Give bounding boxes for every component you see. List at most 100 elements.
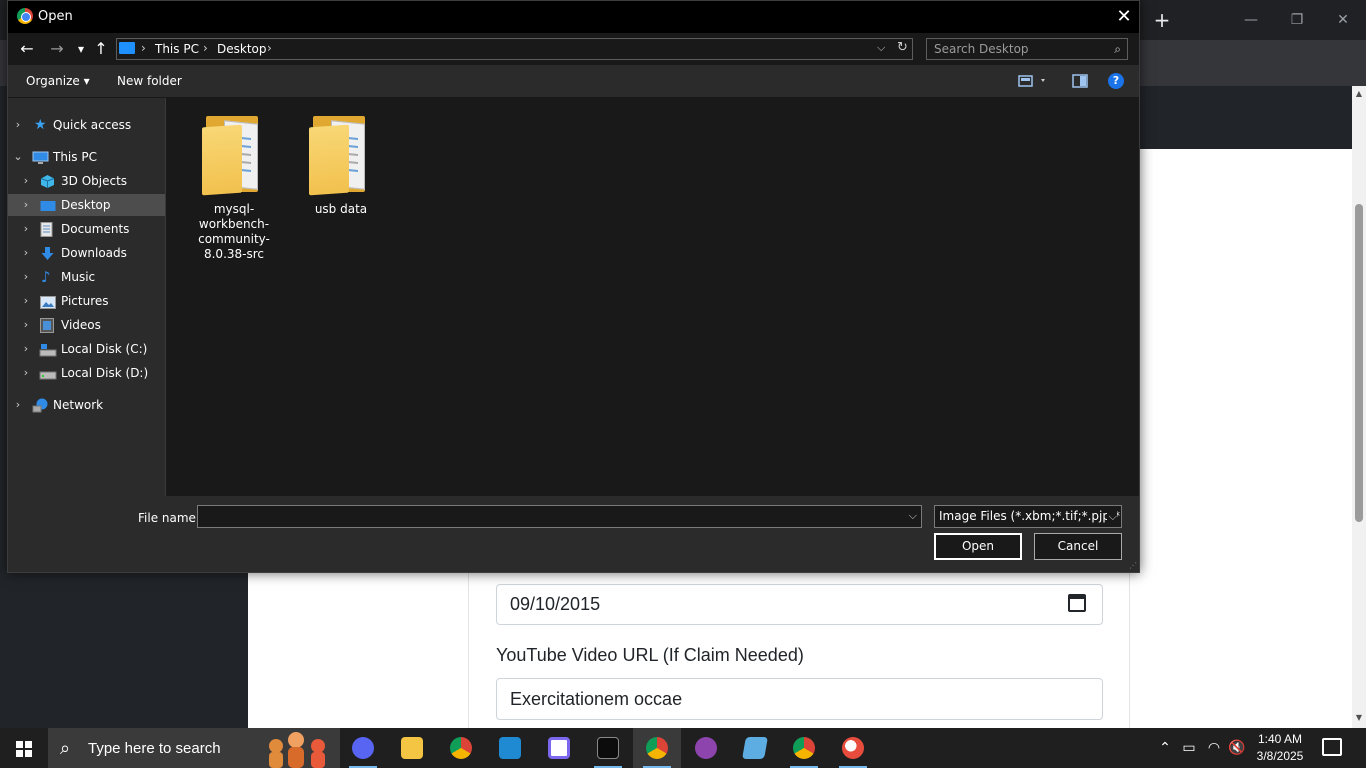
chevron-right-icon[interactable]: › bbox=[20, 314, 32, 336]
chevron-right-icon[interactable]: › bbox=[20, 266, 32, 288]
chevron-right-icon[interactable]: › bbox=[20, 290, 32, 312]
preview-pane-icon[interactable] bbox=[1072, 73, 1088, 89]
tree-item-pictures[interactable]: › Pictures bbox=[8, 290, 165, 312]
tree-item-quick-access[interactable]: › ★ Quick access bbox=[8, 114, 165, 136]
taskbar-search-placeholder: Type here to search bbox=[88, 740, 221, 757]
tree-item-music[interactable]: › ♪ Music bbox=[8, 266, 165, 288]
minimize-button[interactable]: — bbox=[1236, 8, 1266, 32]
youtube-url-label: YouTube Video URL (If Claim Needed) bbox=[496, 645, 804, 665]
up-button[interactable]: ↑ bbox=[91, 39, 111, 59]
taskbar-app-clickup[interactable] bbox=[535, 728, 583, 768]
breadcrumb-separator[interactable]: › bbox=[203, 41, 208, 55]
tree-item-this-pc[interactable]: ⌄ This PC bbox=[8, 146, 165, 168]
cube-icon bbox=[40, 174, 55, 188]
youtube-url-input[interactable]: Exercitationem occae bbox=[496, 678, 1103, 720]
chevron-right-icon[interactable]: › bbox=[20, 170, 32, 192]
dialog-title-bar[interactable]: Open ✕ bbox=[8, 1, 1139, 33]
taskbar-app-paint[interactable] bbox=[829, 728, 877, 768]
taskbar-app-discord[interactable] bbox=[339, 728, 387, 768]
breadcrumb-separator[interactable]: › bbox=[267, 41, 272, 55]
browser-close-button[interactable]: ✕ bbox=[1328, 8, 1358, 32]
search-input[interactable]: Search Desktop ⌕ bbox=[926, 38, 1128, 60]
folder-name: usb data bbox=[314, 202, 368, 216]
wifi-icon[interactable]: ◠ bbox=[1205, 738, 1223, 758]
chevron-right-icon[interactable]: › bbox=[12, 394, 24, 416]
tree-item-local-disk-d[interactable]: › Local Disk (D:) bbox=[8, 362, 165, 384]
search-placeholder: Search Desktop bbox=[934, 42, 1029, 56]
windows-logo-icon bbox=[16, 741, 32, 757]
start-button[interactable] bbox=[0, 728, 48, 768]
forward-button[interactable]: → bbox=[47, 39, 67, 59]
chevron-right-icon[interactable]: › bbox=[20, 338, 32, 360]
folder-item[interactable]: mysql-workbench-community-8.0.38-src bbox=[185, 112, 283, 262]
calendar-icon[interactable] bbox=[1068, 594, 1086, 612]
restore-button[interactable]: ❐ bbox=[1282, 8, 1312, 32]
tree-item-desktop[interactable]: › Desktop bbox=[8, 194, 165, 216]
chevron-right-icon[interactable]: › bbox=[20, 194, 32, 216]
music-icon: ♪ bbox=[41, 268, 51, 286]
chevron-right-icon[interactable]: › bbox=[20, 362, 32, 384]
breadcrumb-this-pc[interactable]: This PC bbox=[155, 42, 199, 56]
file-name-input[interactable]: ⌵ bbox=[197, 505, 922, 528]
paint-icon bbox=[842, 737, 864, 759]
tree-item-documents[interactable]: › Documents bbox=[8, 218, 165, 240]
tree-item-label: Videos bbox=[61, 318, 101, 332]
tree-item-videos[interactable]: › Videos bbox=[8, 314, 165, 336]
tree-item-3d-objects[interactable]: › 3D Objects bbox=[8, 170, 165, 192]
taskbar-search[interactable]: ⌕ Type here to search bbox=[48, 728, 340, 768]
chevron-down-icon[interactable]: ⌵ bbox=[1106, 506, 1117, 527]
breadcrumb-desktop[interactable]: Desktop bbox=[217, 42, 267, 56]
dialog-close-button[interactable]: ✕ bbox=[1112, 5, 1136, 29]
file-type-select[interactable]: Image Files (*.xbm;*.tif;*.pjp;*.a ⌵ bbox=[934, 505, 1122, 528]
chevron-right-icon[interactable]: › bbox=[20, 242, 32, 264]
resize-grip-icon[interactable]: ⋰ bbox=[1129, 562, 1137, 570]
tree-item-local-disk-c[interactable]: › Local Disk (C:) bbox=[8, 338, 165, 360]
dialog-title: Open bbox=[38, 9, 73, 24]
scroll-thumb[interactable] bbox=[1355, 204, 1363, 522]
search-icon: ⌕ bbox=[60, 738, 71, 759]
taskbar-app-notepad[interactable] bbox=[731, 728, 779, 768]
tree-item-network[interactable]: › Network bbox=[8, 394, 165, 416]
chevron-right-icon[interactable]: › bbox=[12, 114, 24, 136]
taskbar-app-chrome-profile[interactable] bbox=[780, 728, 828, 768]
scroll-down-icon[interactable]: ▼ bbox=[1353, 712, 1365, 724]
notification-icon[interactable] bbox=[1322, 738, 1342, 756]
taskbar-app-file-explorer[interactable] bbox=[388, 728, 436, 768]
breadcrumb-separator[interactable]: › bbox=[141, 41, 146, 55]
scroll-up-icon[interactable]: ▲ bbox=[1353, 88, 1365, 100]
battery-icon[interactable]: ▭ bbox=[1180, 738, 1198, 758]
taskbar-app-chrome[interactable] bbox=[437, 728, 485, 768]
clock[interactable]: 1:40 AM 3/8/2025 bbox=[1252, 731, 1308, 765]
new-tab-button[interactable]: + bbox=[1152, 8, 1172, 32]
tree-item-label: Local Disk (D:) bbox=[61, 366, 149, 380]
star-icon: ★ bbox=[34, 117, 47, 133]
taskbar-app-vscode[interactable] bbox=[486, 728, 534, 768]
search-icon[interactable]: ⌕ bbox=[1114, 39, 1121, 59]
folder-item[interactable]: usb data bbox=[292, 112, 390, 217]
refresh-icon[interactable]: ↻ bbox=[897, 40, 908, 55]
new-folder-button[interactable]: New folder bbox=[117, 74, 182, 88]
help-icon[interactable]: ? bbox=[1108, 73, 1124, 89]
organize-button[interactable]: Organize ▾ bbox=[26, 74, 90, 88]
change-view-icon[interactable] bbox=[1018, 73, 1045, 89]
taskbar-app-chrome-active[interactable] bbox=[633, 728, 681, 768]
address-dropdown-icon[interactable]: ⌵ bbox=[877, 41, 885, 55]
show-hidden-icons-icon[interactable]: ⌃ bbox=[1156, 738, 1174, 758]
chevron-down-icon[interactable]: ⌄ bbox=[12, 146, 24, 168]
back-button[interactable]: ← bbox=[17, 39, 37, 59]
folder-icon bbox=[202, 112, 266, 196]
tree-item-label: Documents bbox=[61, 222, 130, 236]
volume-muted-icon[interactable]: 🔇 bbox=[1228, 738, 1246, 758]
taskbar-app-github-desktop[interactable] bbox=[682, 728, 730, 768]
clock-date: 3/8/2025 bbox=[1256, 749, 1304, 763]
address-bar[interactable]: › This PC › Desktop › ⌵ ↻ bbox=[116, 38, 913, 60]
tree-item-downloads[interactable]: › Downloads bbox=[8, 242, 165, 264]
recent-locations-button[interactable]: ▾ bbox=[71, 39, 91, 59]
cancel-button[interactable]: Cancel bbox=[1034, 533, 1122, 560]
chevron-right-icon[interactable]: › bbox=[20, 218, 32, 240]
chevron-down-icon[interactable]: ⌵ bbox=[909, 509, 917, 523]
taskbar-app-terminal[interactable] bbox=[584, 728, 632, 768]
github-icon bbox=[695, 737, 717, 759]
date-input[interactable]: 09/10/2015 bbox=[496, 584, 1103, 625]
open-button[interactable]: Open bbox=[934, 533, 1022, 560]
